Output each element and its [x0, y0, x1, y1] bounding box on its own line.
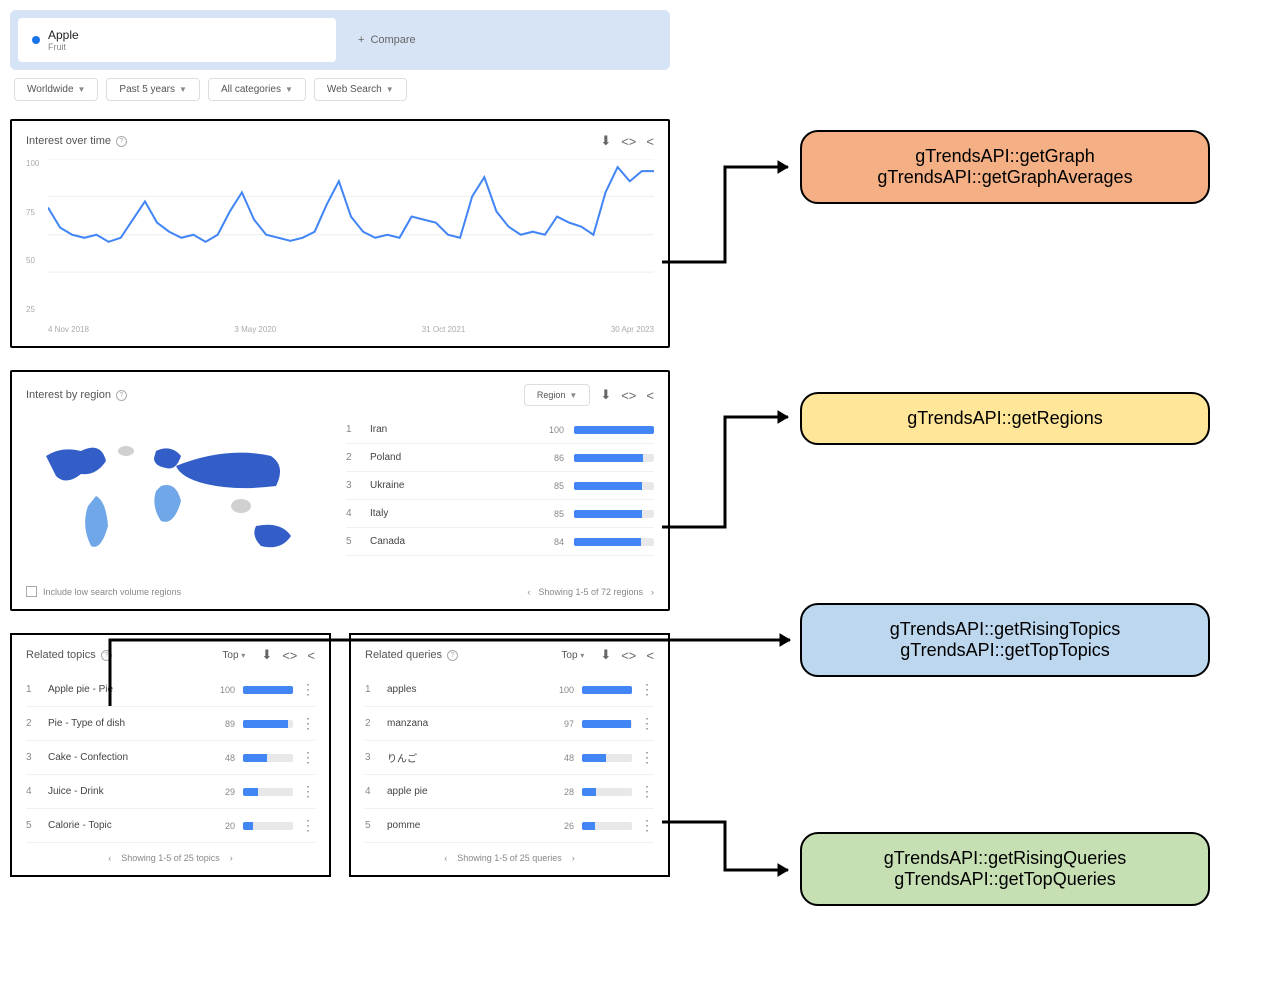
help-icon[interactable]: ? — [116, 390, 127, 401]
list-item[interactable]: 1Apple pie - Pie100⋮ — [26, 673, 315, 707]
embed-icon[interactable]: <> — [282, 648, 297, 663]
share-icon[interactable]: < — [646, 134, 654, 149]
connector-regions — [660, 405, 805, 540]
card-title: Related queries? — [365, 649, 458, 661]
api-regions-box: gTrendsAPI::getRegions — [800, 392, 1210, 445]
sort-dropdown[interactable]: Top ▾ — [555, 648, 590, 663]
topics-pager[interactable]: ‹Showing 1-5 of 25 topics› — [26, 843, 315, 863]
chevron-left-icon: ‹ — [527, 587, 530, 597]
chevron-down-icon: ▼ — [78, 85, 86, 94]
region-dropdown[interactable]: Region ▼ — [524, 384, 590, 406]
embed-icon[interactable]: <> — [621, 388, 636, 403]
chevron-down-icon: ▼ — [386, 85, 394, 94]
region-row[interactable]: 4Italy85 — [346, 500, 654, 528]
topics-list: 1Apple pie - Pie100⋮2Pie - Type of dish8… — [26, 673, 315, 843]
more-icon: ⋮ — [301, 783, 315, 800]
embed-icon[interactable]: <> — [621, 648, 636, 663]
world-map[interactable] — [26, 416, 326, 576]
more-icon: ⋮ — [640, 681, 654, 698]
filter-time[interactable]: Past 5 years▼ — [106, 78, 200, 101]
more-icon: ⋮ — [640, 715, 654, 732]
download-icon[interactable]: ⬇ — [600, 133, 611, 149]
search-term[interactable]: Apple Fruit — [18, 18, 336, 62]
connector-queries — [660, 820, 805, 885]
api-queries-box: gTrendsAPI::getRisingQueries gTrendsAPI:… — [800, 832, 1210, 906]
more-icon: ⋮ — [301, 715, 315, 732]
chevron-right-icon: › — [651, 587, 654, 597]
list-item[interactable]: 3Cake - Confection48⋮ — [26, 741, 315, 775]
term-label: Apple — [48, 28, 79, 42]
share-icon[interactable]: < — [646, 388, 654, 403]
region-row[interactable]: 2Poland86 — [346, 444, 654, 472]
more-icon: ⋮ — [301, 681, 315, 698]
region-pager[interactable]: ‹ Showing 1-5 of 72 regions › — [527, 587, 654, 597]
list-item[interactable]: 1apples100⋮ — [365, 673, 654, 707]
share-icon[interactable]: < — [307, 648, 315, 663]
connector-graph — [660, 155, 805, 275]
card-title: Interest over time? — [26, 135, 127, 147]
queries-pager[interactable]: ‹Showing 1-5 of 25 queries› — [365, 843, 654, 863]
region-row[interactable]: 3Ukraine85 — [346, 472, 654, 500]
plus-icon: + — [358, 34, 364, 46]
chevron-down-icon: ▼ — [285, 85, 293, 94]
more-icon: ⋮ — [640, 783, 654, 800]
term-subtype: Fruit — [48, 42, 79, 52]
region-list: 1Iran1002Poland863Ukraine854Italy855Cana… — [346, 416, 654, 576]
list-item[interactable]: 5Calorie - Topic20⋮ — [26, 809, 315, 843]
chevron-down-icon: ▼ — [179, 85, 187, 94]
include-low-checkbox[interactable]: Include low search volume regions — [26, 586, 181, 597]
filter-category[interactable]: All categories▼ — [208, 78, 306, 101]
more-icon: ⋮ — [301, 817, 315, 834]
related-topics-card: Related topics? Top ▾ ⬇ <> < 1Apple pie … — [10, 633, 331, 877]
download-icon[interactable]: ⬇ — [261, 647, 272, 663]
more-icon: ⋮ — [640, 749, 654, 766]
list-item[interactable]: 3りんご48⋮ — [365, 741, 654, 775]
line-chart: 100 75 50 25 4 Nov 2018 3 May 2020 31 Oc… — [26, 159, 654, 334]
interest-over-time-card: Interest over time? ⬇ <> < 100 75 50 25 — [10, 119, 670, 348]
queries-list: 1apples100⋮2manzana97⋮3りんご48⋮4apple pie2… — [365, 673, 654, 843]
help-icon[interactable]: ? — [447, 650, 458, 661]
help-icon[interactable]: ? — [116, 136, 127, 147]
help-icon[interactable]: ? — [101, 650, 112, 661]
term-dot — [32, 36, 40, 44]
interest-by-region-card: Interest by region? Region ▼ ⬇ <> < — [10, 370, 670, 611]
more-icon: ⋮ — [301, 749, 315, 766]
search-bar: Apple Fruit + Compare — [10, 10, 670, 70]
list-item[interactable]: 2Pie - Type of dish89⋮ — [26, 707, 315, 741]
region-row[interactable]: 1Iran100 — [346, 416, 654, 444]
download-icon[interactable]: ⬇ — [600, 647, 611, 663]
share-icon[interactable]: < — [646, 648, 654, 663]
embed-icon[interactable]: <> — [621, 134, 636, 149]
list-item[interactable]: 4Juice - Drink29⋮ — [26, 775, 315, 809]
download-icon[interactable]: ⬇ — [600, 387, 611, 403]
compare-button[interactable]: + Compare — [344, 18, 662, 62]
region-row[interactable]: 5Canada84 — [346, 528, 654, 556]
filter-geo[interactable]: Worldwide▼ — [14, 78, 98, 101]
filter-type[interactable]: Web Search▼ — [314, 78, 407, 101]
list-item[interactable]: 5pomme26⋮ — [365, 809, 654, 843]
sort-dropdown[interactable]: Top ▾ — [216, 648, 251, 663]
filter-row: Worldwide▼ Past 5 years▼ All categories▼… — [10, 78, 670, 101]
api-graph-box: gTrendsAPI::getGraph gTrendsAPI::getGrap… — [800, 130, 1210, 204]
api-topics-box: gTrendsAPI::getRisingTopics gTrendsAPI::… — [800, 603, 1210, 677]
related-queries-card: Related queries? Top ▾ ⬇ <> < 1apples100… — [349, 633, 670, 877]
card-title: Interest by region? — [26, 389, 127, 401]
more-icon: ⋮ — [640, 817, 654, 834]
list-item[interactable]: 2manzana97⋮ — [365, 707, 654, 741]
card-title: Related topics? — [26, 649, 112, 661]
list-item[interactable]: 4apple pie28⋮ — [365, 775, 654, 809]
